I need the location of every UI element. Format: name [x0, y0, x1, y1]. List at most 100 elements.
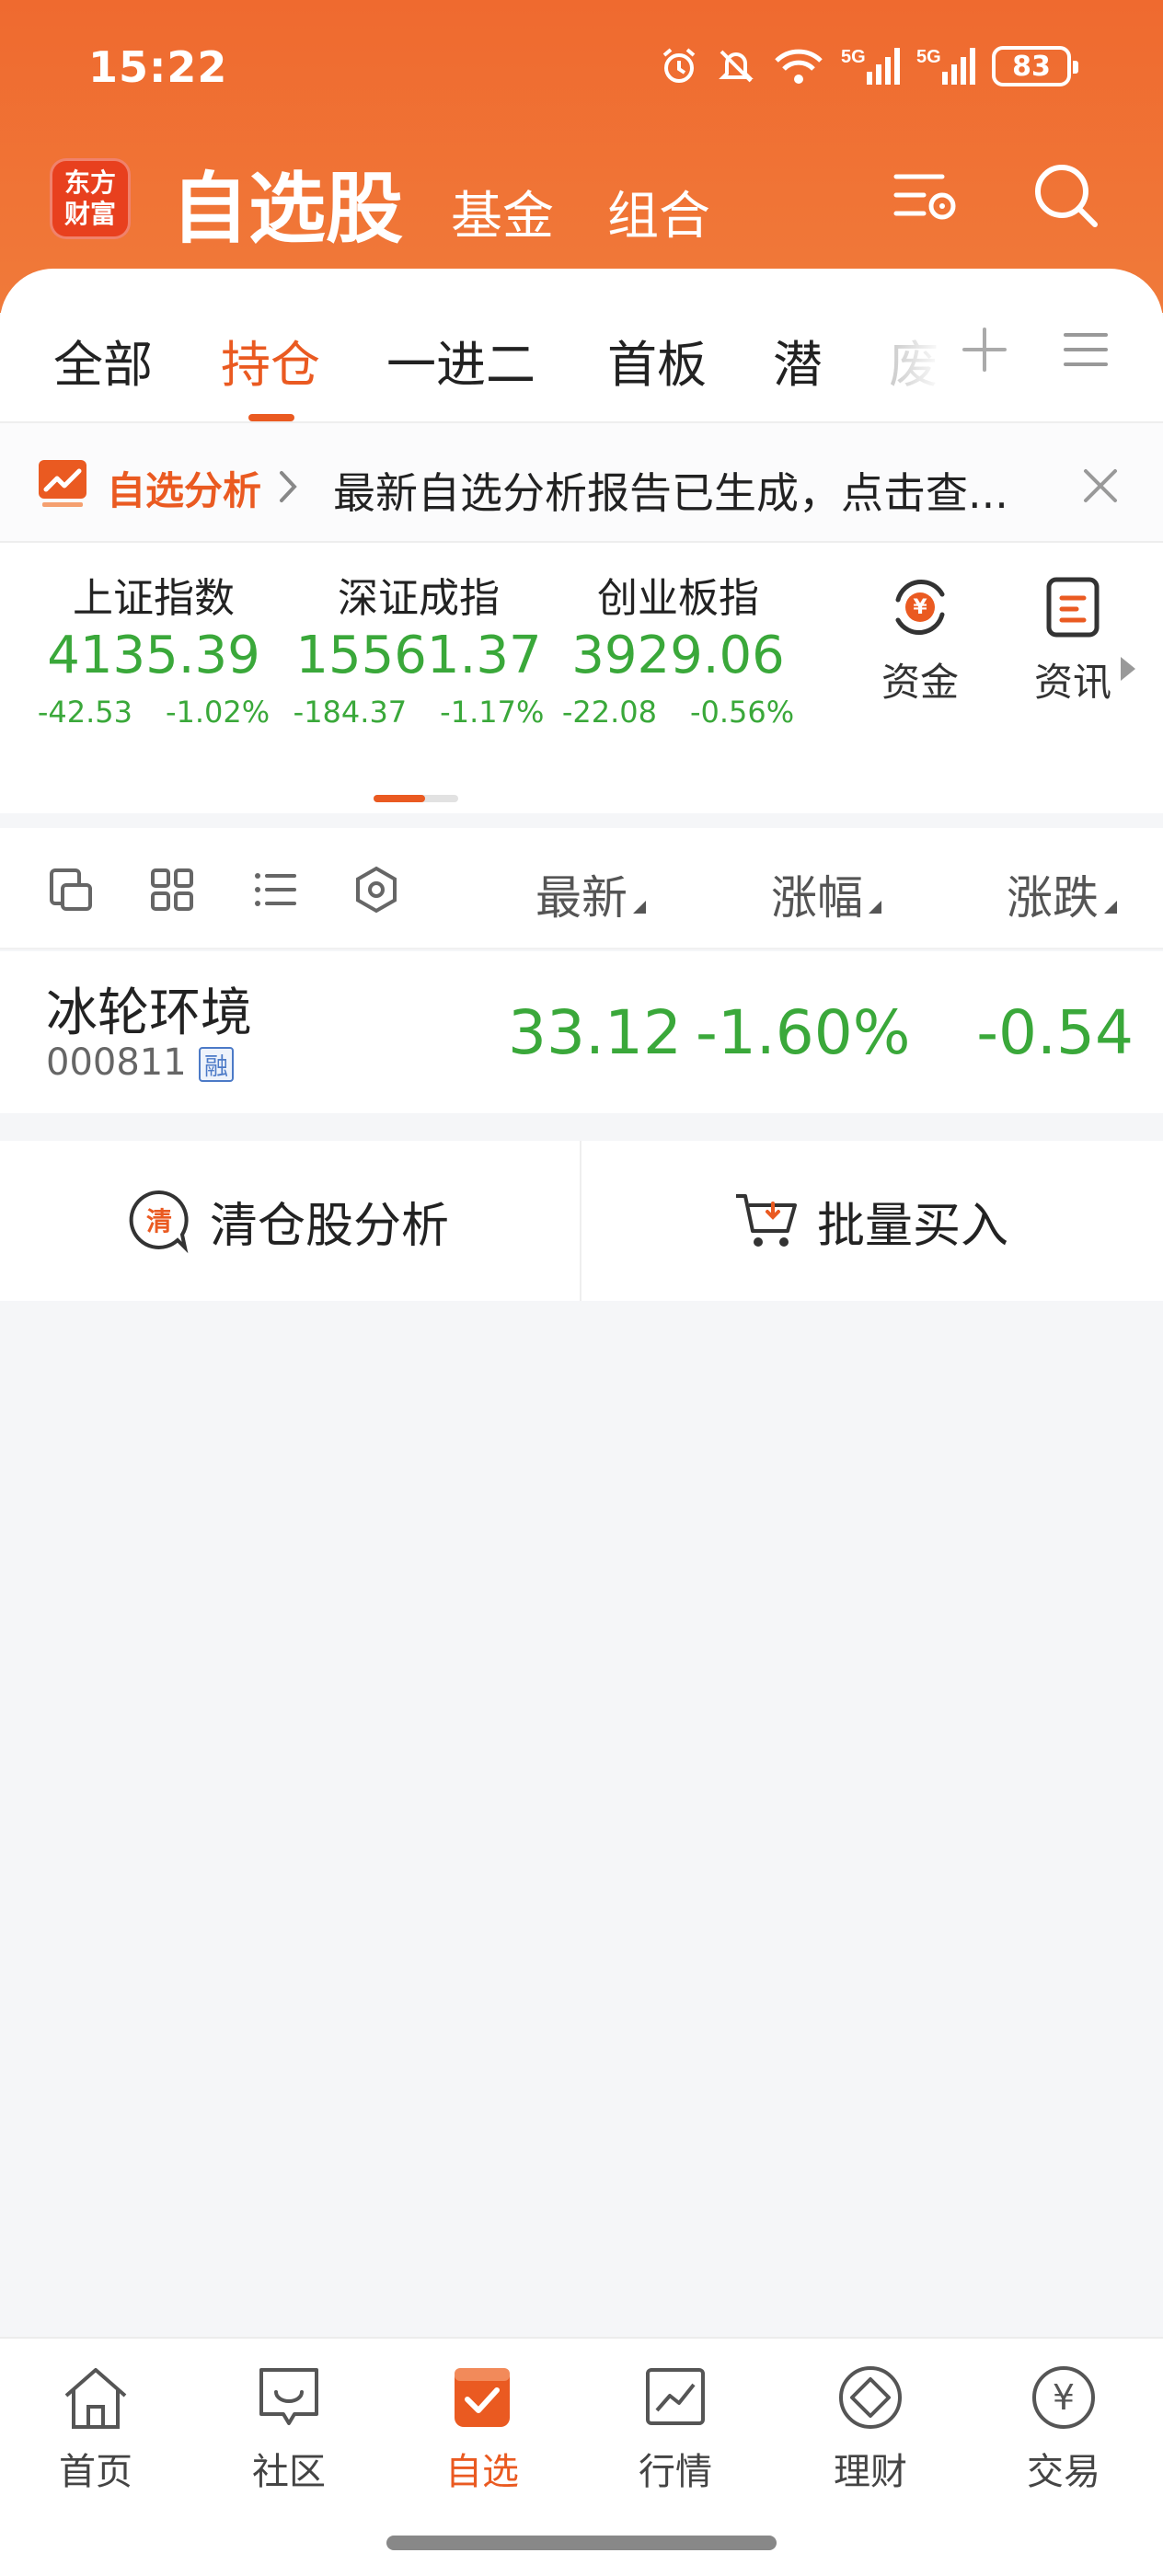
- fund-flow-button[interactable]: ¥ 资金: [874, 572, 966, 707]
- col-pct[interactable]: 涨幅: [771, 861, 881, 927]
- market-chart-icon: [646, 2368, 705, 2425]
- index-value: 3929.06: [571, 626, 785, 685]
- banner-message[interactable]: 最新自选分析报告已生成，点击查...: [333, 460, 1051, 521]
- wealth-diamond-icon: [839, 2366, 902, 2429]
- page-indicator: [374, 795, 458, 802]
- chart-icon: [37, 458, 88, 508]
- list-header: 最新 涨幅 涨跌: [0, 828, 1163, 949]
- col-latest[interactable]: 最新: [535, 861, 646, 927]
- index-change: -22.08 -0.56%: [561, 695, 795, 730]
- index-cyb[interactable]: 创业板指 3929.06 -22.08 -0.56%: [545, 545, 812, 730]
- action-bar: 清 清仓股分析 批量买入: [0, 1141, 1163, 1301]
- battery-indicator: 83: [992, 46, 1078, 86]
- news-doc-icon: [1046, 577, 1100, 638]
- logo-line-2: 财富: [63, 199, 116, 229]
- nav-wealth-label: 理财: [834, 2451, 907, 2493]
- active-tab-underline: [248, 414, 294, 421]
- yuan-cycle-icon: ¥: [895, 579, 945, 636]
- svg-text:¥: ¥: [1053, 2377, 1075, 2418]
- stock-pct: -1.60%: [696, 997, 911, 1068]
- analysis-banner[interactable]: 自选分析 最新自选分析报告已生成，点击查...: [0, 423, 1163, 543]
- chevron-right-icon: [276, 469, 302, 504]
- tab-one-to-two[interactable]: 一进二: [386, 324, 535, 397]
- banner-tag: 自选分析: [107, 468, 262, 513]
- clear-badge-icon: 清: [129, 1190, 189, 1254]
- bottom-nav: 首页 社区 自选 行情 理财 ¥ 交易: [0, 2337, 1163, 2576]
- nav-community-label: 社区: [252, 2451, 326, 2493]
- layout-switch-icon[interactable]: [46, 865, 96, 914]
- batch-buy-button[interactable]: 批量买入: [732, 1141, 1008, 1301]
- community-icon: [259, 2368, 318, 2425]
- table-row[interactable]: 冰轮环境 000811 融 33.12 -1.60% -0.54: [0, 951, 1163, 1113]
- stock-name: 冰轮环境: [46, 983, 252, 1043]
- svg-text:清: 清: [146, 1206, 172, 1236]
- status-bar: 15:22 5G 5G 83: [0, 0, 1163, 147]
- nav-watchlist-label: 自选: [445, 2451, 519, 2493]
- tab-holdings[interactable]: 持仓: [221, 324, 320, 397]
- index-name: 创业板指: [597, 575, 759, 622]
- mute-bell-icon: [716, 46, 756, 86]
- cart-icon: [736, 1194, 797, 1247]
- index-change: -184.37 -1.17%: [293, 695, 545, 730]
- action-divider: [580, 1141, 582, 1301]
- header-tab-portfolio[interactable]: 组合: [607, 175, 710, 249]
- index-change: -42.53 -1.02%: [37, 695, 271, 730]
- app-header: 15:22 5G 5G 83 东方 财富 自选股 基金 组合: [0, 0, 1163, 313]
- watchlist-card: 全部 持仓 一进二 首板 潜 废 自选分析 最新自选分析报告已生成，点击查...…: [0, 269, 1163, 813]
- tab-fade: [856, 324, 966, 434]
- signal-5g-icon: 5G: [841, 44, 900, 88]
- index-strip: 上证指数 4135.39 -42.53 -1.02% 深证成指 15561.37 …: [0, 545, 1163, 730]
- home-indicator[interactable]: [386, 2536, 777, 2550]
- news-button[interactable]: 资讯: [1027, 572, 1119, 707]
- svg-text:5G: 5G: [841, 47, 866, 67]
- index-name: 深证成指: [338, 575, 500, 622]
- fund-flow-label: 资金: [881, 660, 959, 705]
- nav-home[interactable]: 首页: [13, 2361, 178, 2495]
- tab-first-board[interactable]: 首板: [607, 324, 707, 397]
- batch-buy-label: 批量买入: [817, 1198, 1009, 1254]
- nav-home-label: 首页: [59, 2451, 132, 2493]
- col-change[interactable]: 涨跌: [1007, 861, 1117, 927]
- index-value: 4135.39: [47, 626, 260, 685]
- home-icon: [64, 2368, 127, 2429]
- search-icon[interactable]: [1029, 158, 1102, 232]
- nav-trade[interactable]: ¥ 交易: [981, 2361, 1146, 2495]
- app-logo[interactable]: 东方 财富: [50, 158, 131, 239]
- index-name: 上证指数: [73, 575, 235, 622]
- stock-code: 000811: [46, 1041, 187, 1084]
- status-icons: 5G 5G 83: [659, 44, 1078, 88]
- yuan-coin-icon: ¥: [1032, 2366, 1095, 2429]
- menu-icon[interactable]: [1058, 322, 1113, 377]
- tab-potential[interactable]: 潜: [773, 324, 823, 397]
- clear-analysis-button[interactable]: 清 清仓股分析: [125, 1141, 449, 1301]
- header-tab-fund[interactable]: 基金: [451, 175, 554, 249]
- svg-text:¥: ¥: [913, 596, 927, 619]
- clear-analysis-label: 清仓股分析: [210, 1198, 450, 1254]
- signal-5g-icon-2: 5G: [916, 44, 975, 88]
- title-bar: 东方 财富 自选股 基金 组合: [0, 147, 1163, 267]
- sort-icon: [633, 901, 646, 914]
- nav-watchlist[interactable]: 自选: [399, 2361, 565, 2495]
- sort-icon: [869, 901, 881, 914]
- settings-hex-icon[interactable]: [351, 865, 401, 914]
- nav-community[interactable]: 社区: [206, 2361, 372, 2495]
- alarm-icon: [659, 46, 699, 86]
- more-right-icon[interactable]: [1119, 655, 1137, 683]
- list-view-icon[interactable]: [250, 865, 300, 914]
- logo-line-1: 东方: [63, 167, 116, 198]
- list-settings-icon[interactable]: [889, 158, 962, 232]
- index-sz[interactable]: 深证成指 15561.37 -184.37 -1.17%: [285, 545, 552, 730]
- add-group-icon[interactable]: [957, 322, 1012, 377]
- index-sh[interactable]: 上证指数 4135.39 -42.53 -1.02%: [20, 545, 287, 730]
- stock-price: 33.12: [508, 997, 682, 1068]
- watchlist-check-icon: [455, 2368, 510, 2427]
- tab-all[interactable]: 全部: [53, 324, 153, 397]
- close-icon[interactable]: [1080, 466, 1121, 506]
- nav-market[interactable]: 行情: [593, 2361, 758, 2495]
- stock-change: -0.54: [976, 997, 1134, 1068]
- svg-text:5G: 5G: [916, 47, 941, 67]
- status-time: 15:22: [88, 42, 228, 92]
- nav-wealth[interactable]: 理财: [788, 2361, 953, 2495]
- page-title-watchlist[interactable]: 自选股: [171, 147, 403, 259]
- grid-view-icon[interactable]: [147, 865, 197, 914]
